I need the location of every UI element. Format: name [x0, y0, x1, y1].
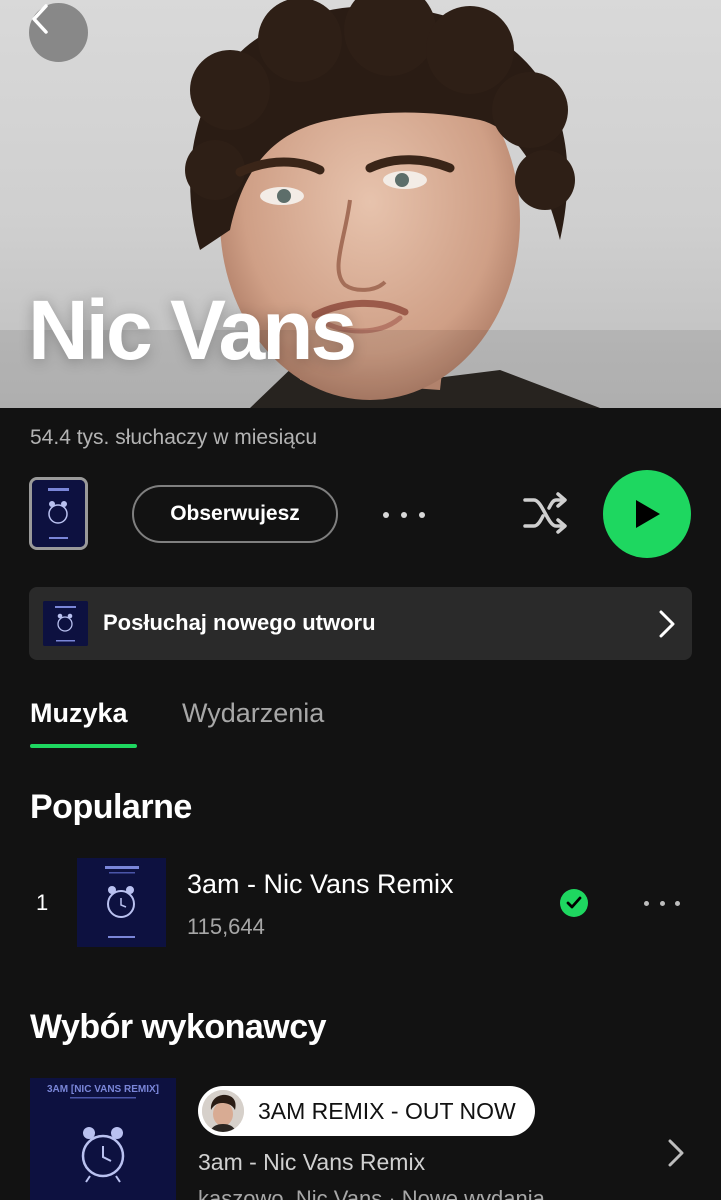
track-index: 1: [36, 890, 49, 915]
checkmark-icon: [566, 896, 582, 909]
follow-button[interactable]: Obserwujesz: [132, 485, 338, 543]
alarm-clock-cover-art: 3AM [NIC VANS REMIX]: [30, 1078, 176, 1200]
artist-pick-pill-text: 3AM REMIX - OUT NOW: [258, 1097, 516, 1124]
back-button[interactable]: [29, 3, 88, 62]
chevron-left-icon: [32, 4, 48, 34]
tab-music[interactable]: Muzyka: [30, 698, 128, 729]
artist-name: Nic Vans: [28, 283, 357, 377]
tab-events[interactable]: Wydarzenia: [182, 698, 324, 729]
shuffle-button[interactable]: [520, 490, 572, 536]
popular-section-title: Popularne: [30, 788, 192, 826]
track-row[interactable]: 1 3am - Nic Vans Remix 115,644: [0, 855, 721, 950]
artist-avatar-image: [202, 1090, 244, 1132]
dot-icon: [383, 512, 389, 518]
artist-hero-image: Nic Vans: [0, 0, 721, 408]
active-tab-indicator: [30, 744, 137, 748]
chevron-right-icon: [659, 610, 675, 638]
new-track-banner[interactable]: Posłuchaj nowego utworu: [29, 587, 692, 660]
artist-pick-section-title: Wybór wykonawcy: [30, 1008, 327, 1046]
chevron-right-icon: [668, 1139, 684, 1167]
track-cover: [77, 858, 166, 947]
track-more-button[interactable]: [644, 897, 680, 909]
shuffle-icon: [523, 492, 567, 534]
dot-icon: [644, 900, 649, 906]
artist-pick-cover: 3AM [NIC VANS REMIX]: [30, 1078, 176, 1200]
alarm-clock-cover-art: [32, 480, 85, 547]
dot-icon: [675, 900, 680, 906]
alarm-clock-cover-art: [77, 858, 166, 947]
more-options-button[interactable]: [383, 500, 425, 530]
dot-icon: [419, 512, 425, 518]
artist-pick-card[interactable]: 3AM [NIC VANS REMIX] 3AM REMIX - OUT NOW…: [0, 1076, 721, 1200]
alarm-clock-cover-art: [43, 601, 88, 646]
track-title: 3am - Nic Vans Remix: [187, 869, 454, 899]
play-icon: [636, 500, 660, 528]
new-track-cover: [43, 601, 88, 646]
dot-icon: [659, 900, 665, 906]
cover-title-text: 3AM [NIC VANS REMIX]: [47, 1084, 159, 1095]
dot-icon: [401, 512, 407, 518]
artist-pick-track-title: 3am - Nic Vans Remix: [198, 1149, 426, 1175]
monthly-listeners: 54.4 tys. słuchaczy w miesiącu: [30, 426, 318, 449]
artist-pick-pill: 3AM REMIX - OUT NOW: [198, 1086, 535, 1136]
new-track-label: Posłuchaj nowego utworu: [103, 610, 376, 635]
artist-pick-subtitle: kaszowo, Nic Vans · Nowe wydania: [198, 1186, 545, 1200]
saved-check-icon[interactable]: [560, 889, 588, 917]
play-button[interactable]: [603, 470, 691, 558]
avatar: [202, 1090, 244, 1132]
release-cover-thumbnail[interactable]: [29, 477, 88, 550]
track-play-count: 115,644: [187, 914, 265, 939]
